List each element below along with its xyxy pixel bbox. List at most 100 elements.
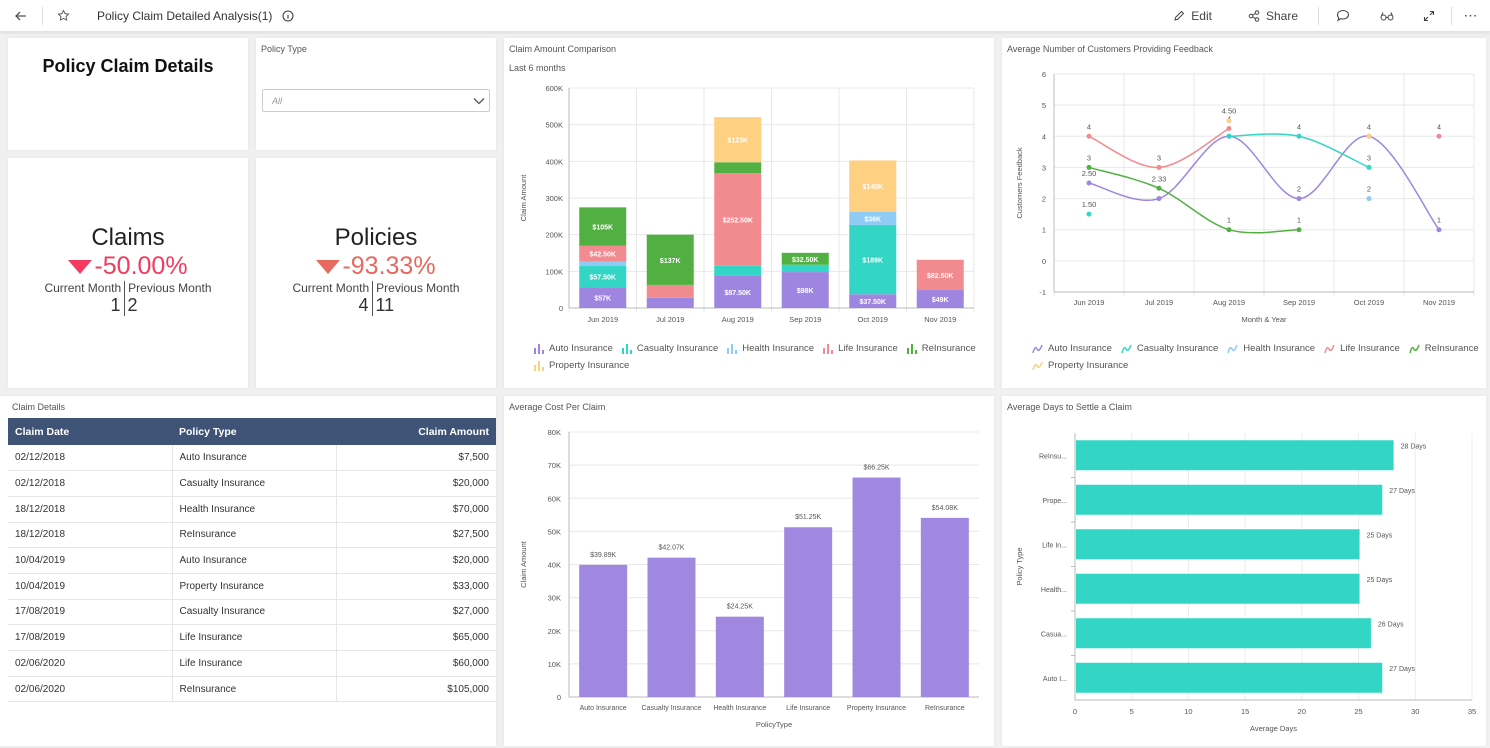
legend-item[interactable]: Property Insurance: [534, 360, 629, 371]
data-label: 4: [1297, 122, 1301, 131]
column-header-claim-amount[interactable]: Claim Amount: [336, 418, 496, 445]
info-button[interactable]: [276, 0, 300, 32]
view-button[interactable]: [1367, 0, 1407, 32]
comment-button[interactable]: [1319, 0, 1367, 32]
table-row[interactable]: 17/08/2019 Casualty Insurance $27,000: [8, 599, 496, 626]
y-axis-title: Claim Amount: [519, 540, 528, 588]
legend-item[interactable]: Casualty Insurance: [1121, 343, 1218, 354]
legend-label: Casualty Insurance: [1136, 343, 1219, 354]
y-tick-label: 0: [557, 693, 561, 702]
legend-label: Health Insurance: [1243, 343, 1316, 354]
table-row[interactable]: 10/04/2019 Auto Insurance $20,000: [8, 547, 496, 574]
data-label: 4: [1437, 122, 1441, 131]
x-tick-label: Sep 2019: [789, 315, 821, 324]
column-header-policy-type[interactable]: Policy Type: [172, 418, 336, 445]
y-tick-label: 20K: [548, 627, 561, 636]
data-label: 2: [1297, 185, 1301, 194]
fullscreen-button[interactable]: [1407, 0, 1451, 32]
bar-segment: [781, 264, 829, 273]
bar: [1076, 618, 1371, 649]
x-tick-label: 5: [1130, 707, 1134, 716]
data-label: $42.50K: [590, 252, 616, 259]
table-row[interactable]: 02/06/2020 ReInsurance $105,000: [8, 676, 496, 703]
page-title: Policy Claim Details: [42, 56, 214, 76]
data-label: 25 Days: [1367, 577, 1393, 584]
top-bar: Policy Claim Detailed Analysis(1) Edit S…: [0, 0, 1490, 32]
cell-claim-amount: $105,000: [336, 676, 496, 703]
edit-button[interactable]: Edit: [1173, 0, 1212, 32]
policies-kpi: Policies -93.33% Current Month Previous …: [256, 224, 496, 316]
customer-feedback-line-chart: -1 0 1 2 3 4 5 6 Customers Feedback Month & Year J…: [1015, 70, 1475, 324]
y-tick-label: ReInsu...: [1039, 453, 1067, 460]
x-axis-title: Month & Year: [1241, 315, 1287, 324]
x-tick-label: 10: [1184, 707, 1192, 716]
kpi-name: Claims: [91, 224, 165, 251]
claim-details-title: Claim Details: [12, 402, 66, 412]
glasses-icon: [1380, 11, 1394, 20]
cell-claim-amount: $7,500: [336, 445, 496, 472]
x-axis-title: Average Days: [1250, 724, 1297, 733]
data-point: [1436, 227, 1442, 233]
table-row[interactable]: 18/12/2018 ReInsurance $27,500: [8, 522, 496, 549]
y-tick-label: 400K: [545, 157, 563, 166]
previous-month-label: Previous Month: [376, 281, 460, 295]
legend-item[interactable]: ReInsurance: [1409, 343, 1479, 354]
back-button[interactable]: [0, 0, 42, 32]
table-row[interactable]: 02/12/2018 Auto Insurance $7,500: [8, 445, 496, 472]
cell-policy-type: Life Insurance: [171, 624, 337, 651]
table-row[interactable]: 02/12/2018 Casualty Insurance $20,000: [8, 470, 496, 497]
share-button[interactable]: Share: [1248, 0, 1298, 32]
y-tick-label: 5: [1042, 101, 1046, 110]
y-tick-label: Casua...: [1041, 631, 1067, 638]
y-tick-label: 0: [1042, 257, 1046, 266]
legend-item[interactable]: Life Insurance: [1324, 343, 1400, 354]
data-label: 25 Days: [1367, 532, 1393, 539]
legend-item[interactable]: Auto Insurance: [1032, 343, 1112, 354]
chart-title: Claim Amount Comparison: [509, 44, 617, 54]
cell-claim-amount: $60,000: [336, 650, 496, 677]
legend-label: ReInsurance: [1424, 343, 1479, 354]
y-tick-label: 30K: [548, 594, 561, 603]
cell-policy-type: Life Insurance: [171, 650, 337, 677]
bar: [715, 616, 764, 697]
legend-item[interactable]: Health Insurance: [727, 343, 814, 354]
data-label: 4: [1367, 122, 1371, 131]
table-row[interactable]: 10/04/2019 Property Insurance $33,000: [8, 573, 496, 600]
cell-policy-type: Health Insurance: [171, 496, 337, 523]
claim-details-table: Claim Date Policy Type Claim Amount 02/1…: [8, 418, 496, 703]
x-tick-label: Nov 2019: [924, 315, 956, 324]
legend-item[interactable]: Property Insurance: [1032, 360, 1128, 371]
y-tick-label: 2: [1042, 195, 1046, 204]
chart-legend: Auto Insurance Casualty Insurance Health I…: [534, 343, 984, 371]
cell-policy-type: Casualty Insurance: [171, 470, 337, 497]
dashboard-title: Policy Claim Detailed Analysis(1): [97, 8, 273, 23]
legend-item[interactable]: ReInsurance: [906, 343, 976, 354]
legend-item[interactable]: Auto Insurance: [534, 343, 613, 354]
cell-claim-date: 02/12/2018: [8, 470, 172, 497]
bar: [1076, 573, 1360, 604]
x-tick-label: Sep 2019: [1283, 298, 1315, 307]
data-point: [1366, 133, 1372, 139]
favorite-button[interactable]: [43, 0, 83, 32]
cell-policy-type: Auto Insurance: [171, 547, 337, 574]
more-options-button[interactable]: ⋯: [1452, 0, 1490, 32]
legend-item[interactable]: Life Insurance: [823, 343, 898, 354]
chart-subtitle: Last 6 months: [509, 63, 566, 73]
claims-kpi: Claims -50.00% Current Month Previous Mo…: [8, 224, 248, 316]
legend-item[interactable]: Health Insurance: [1227, 343, 1315, 354]
table-row[interactable]: 18/12/2018 Health Insurance $70,000: [8, 496, 496, 523]
data-label: 28 Days: [1401, 443, 1427, 450]
x-tick-label: 35: [1468, 707, 1476, 716]
x-tick-label: Health Insurance: [713, 705, 766, 712]
bar: [1076, 484, 1383, 515]
table-row[interactable]: 02/06/2020 Life Insurance $60,000: [8, 650, 496, 677]
column-header-claim-date[interactable]: Claim Date: [8, 418, 172, 445]
data-label: $49K: [932, 297, 949, 304]
data-label: $24.25K: [727, 604, 753, 611]
x-tick-label: Nov 2019: [1423, 298, 1455, 307]
policy-type-dropdown[interactable]: All: [262, 89, 490, 112]
bar: [852, 477, 901, 697]
legend-item[interactable]: Casualty Insurance: [621, 343, 718, 354]
data-label: $57.50K: [590, 275, 616, 282]
table-row[interactable]: 17/08/2019 Life Insurance $65,000: [8, 624, 496, 651]
